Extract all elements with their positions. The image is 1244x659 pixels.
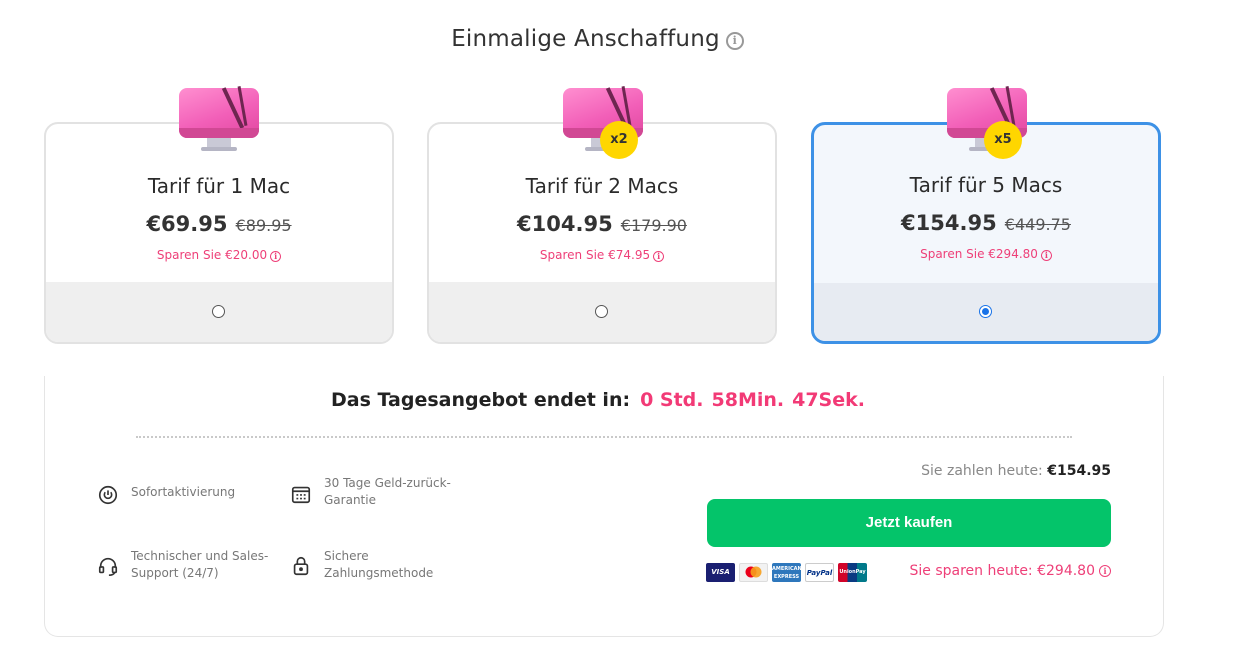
plan-select-zone[interactable] (46, 282, 392, 342)
plan-card-1-mac[interactable]: Tarif für 1 Mac €69.95 €89.95 Sparen Sie… (44, 122, 394, 344)
paypal-icon: PayPal (805, 563, 834, 582)
plan-name: Tarif für 1 Mac (147, 174, 291, 198)
plan-savings: Sparen Sie €74.95 i (429, 248, 775, 262)
plan-radio-selected[interactable] (979, 305, 992, 318)
feature-item: 30 Tage Geld-zurück-Garantie (291, 475, 464, 509)
plan-radio[interactable] (595, 305, 608, 318)
pay-today: Sie zahlen heute: €154.95 (880, 463, 1111, 479)
plan-savings: Sparen Sie €20.00 i (46, 248, 392, 262)
plan-card-5-macs[interactable]: Tarif für 5 Macs €154.95 €449.75 Sparen … (811, 122, 1161, 344)
offer-label: Das Tagesangebot endet in: (331, 389, 631, 411)
plan-old-price: €89.95 (235, 216, 292, 235)
unionpay-icon: UnionPay (838, 563, 867, 582)
plan-old-price: €179.90 (620, 216, 687, 235)
power-icon (98, 485, 118, 505)
pay-today-label: Sie zahlen heute: (921, 463, 1043, 479)
plan-price: €69.95 (146, 212, 228, 236)
feature-item: Sofortaktivierung (98, 484, 281, 505)
info-icon[interactable]: i (1099, 565, 1111, 577)
plan-old-price: €449.75 (1004, 215, 1071, 234)
plan-select-zone[interactable] (814, 283, 1158, 341)
plan-name: Tarif für 5 Macs (909, 173, 1063, 197)
plan-card-2-macs[interactable]: Tarif für 2 Macs €104.95 €179.90 Sparen … (427, 122, 777, 344)
plan-name: Tarif für 2 Macs (525, 174, 679, 198)
mastercard-icon (739, 563, 768, 582)
page-title-text: Einmalige Anschaffung (451, 26, 720, 52)
lock-icon (293, 556, 309, 576)
feature-item: Technischer und Sales-Support (24/7) (98, 548, 281, 582)
info-icon[interactable]: i (725, 32, 744, 50)
buy-now-button[interactable]: Jetzt kaufen (707, 499, 1111, 547)
plan-savings-text: Sparen Sie €74.95 (539, 248, 651, 262)
plan-savings-text: Sparen Sie €294.80 (920, 247, 1038, 261)
feature-item: Sichere Zahlungsmethode (293, 548, 464, 582)
visa-icon: VISA (706, 563, 735, 582)
countdown-seconds: 47Sek. (792, 389, 865, 411)
saved-today-text: Sie sparen heute: €294.80 (909, 563, 1095, 579)
info-icon[interactable]: i (270, 251, 282, 262)
plan-savings-text: Sparen Sie €20.00 (156, 248, 268, 262)
countdown-minutes: 58Min. (711, 389, 785, 411)
headset-icon (98, 557, 118, 576)
amex-icon: AMERICAN EXPRESS (772, 563, 802, 582)
page-title: Einmalige Anschaffung i (0, 26, 1195, 52)
plan-radio[interactable] (212, 305, 225, 318)
info-icon[interactable]: i (1040, 250, 1052, 261)
countdown-hours: 0 Std. (640, 389, 704, 411)
dotted-divider (136, 436, 1072, 438)
plan-price: €104.95 (517, 212, 613, 236)
saved-today: Sie sparen heute: €294.80 i (880, 563, 1111, 579)
plan-select-zone[interactable] (429, 282, 775, 342)
feature-text: 30 Tage Geld-zurück-Garantie (324, 476, 451, 507)
quantity-badge: x5 (984, 121, 1022, 159)
plan-prices: €154.95 €449.75 (814, 211, 1158, 235)
feature-text: Sichere Zahlungsmethode (324, 549, 434, 580)
plan-savings: Sparen Sie €294.80 i (814, 247, 1158, 261)
plan-prices: €69.95 €89.95 (46, 212, 392, 236)
pay-today-value: €154.95 (1047, 463, 1111, 479)
plan-price: €154.95 (901, 211, 997, 235)
info-icon[interactable]: i (653, 251, 665, 262)
quantity-badge: x2 (600, 121, 638, 159)
calendar-icon (291, 486, 311, 504)
feature-text: Sofortaktivierung (131, 485, 236, 499)
plan-prices: €104.95 €179.90 (429, 212, 775, 236)
mac-illustration (179, 86, 259, 154)
feature-text: Technischer und Sales-Support (24/7) (131, 549, 269, 580)
offer-countdown: Das Tagesangebot endet in: 0 Std. 58Min. 47… (0, 389, 1204, 411)
countdown-values: 0 Std. 58Min. 47Sek. (640, 389, 873, 411)
